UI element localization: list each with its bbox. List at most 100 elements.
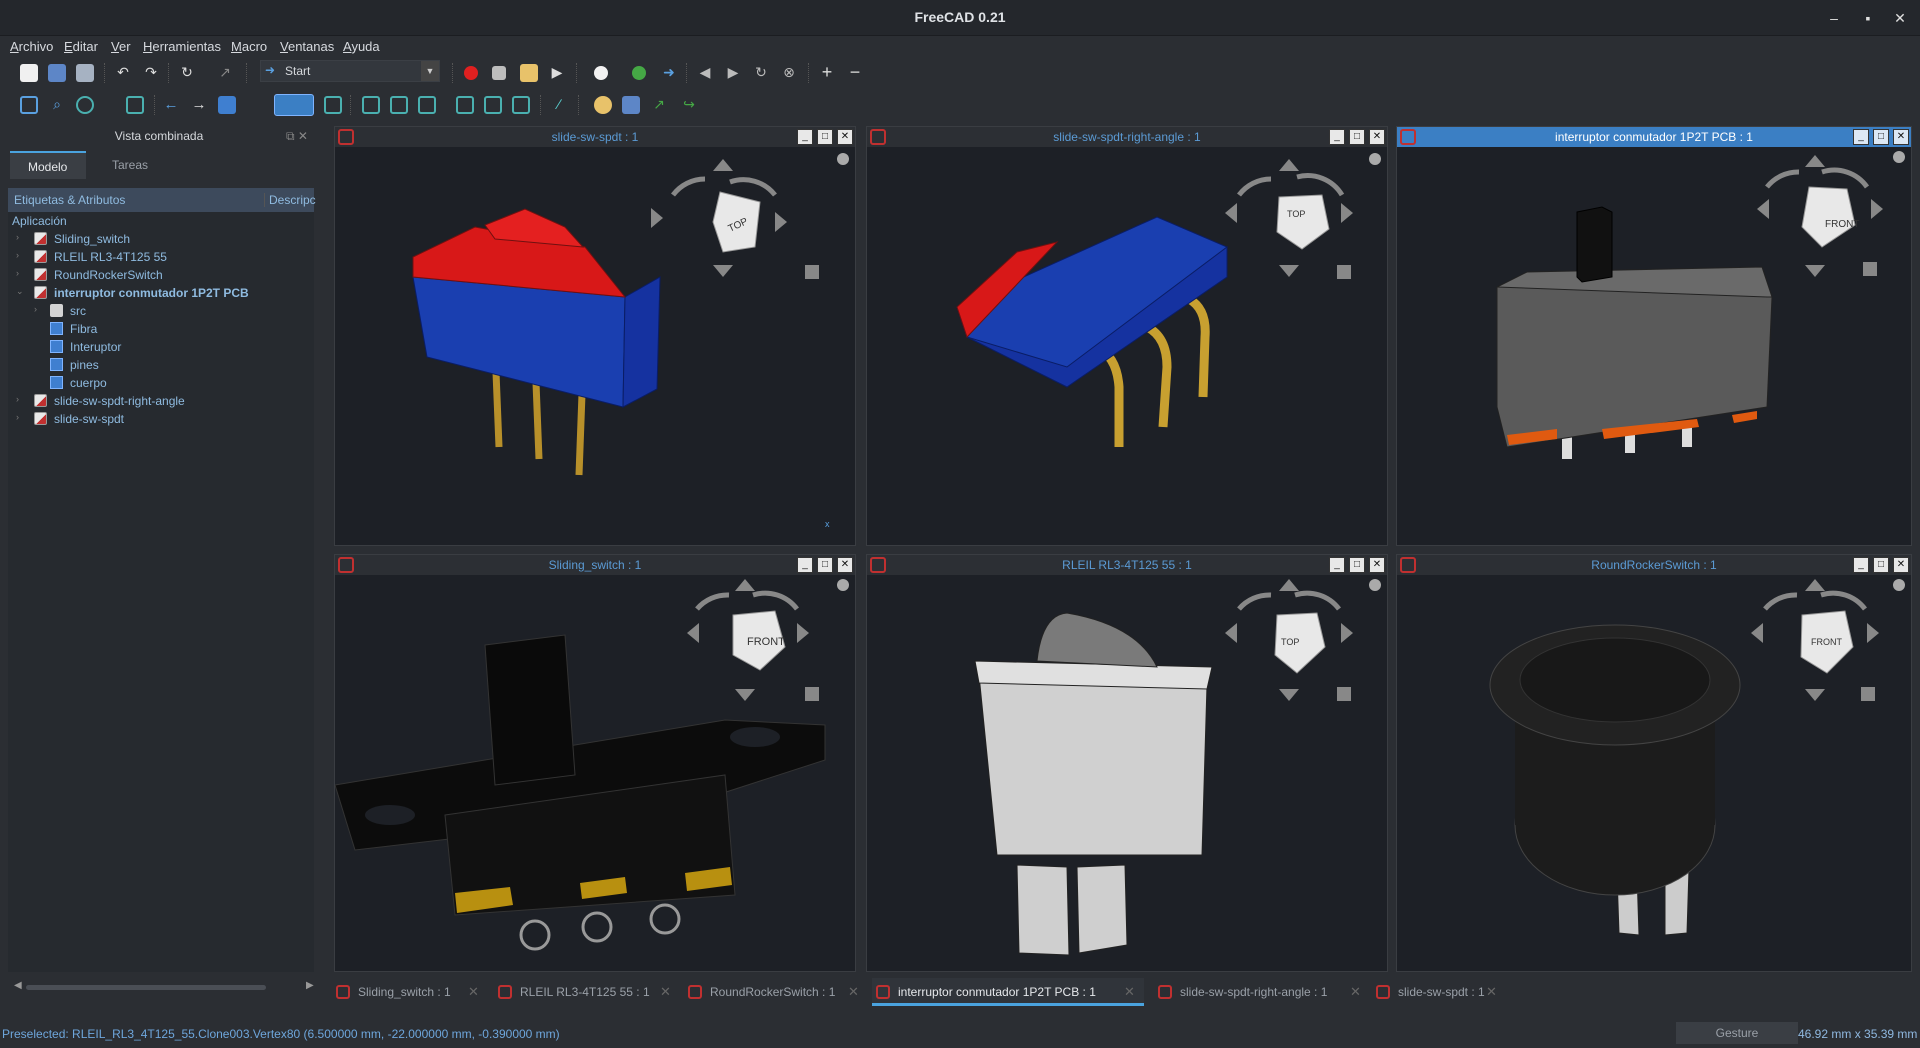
refresh-icon[interactable]: ↻	[178, 64, 196, 82]
step-over-icon[interactable]: ➜	[660, 64, 678, 82]
view-round-rocker-switch[interactable]: RoundRockerSwitch : 1 _ □ ✕ FRONT	[1396, 554, 1912, 972]
tree-item-pines[interactable]: pines	[12, 356, 312, 374]
tree-item-interruptor[interactable]: ⌄ interruptor conmutador 1P2T PCB	[12, 284, 312, 302]
front-view-icon[interactable]	[362, 96, 380, 114]
tab-tareas[interactable]: Tareas	[94, 151, 174, 179]
tree-column-labels[interactable]: Etiquetas & Atributos	[14, 193, 125, 207]
debug-icon[interactable]	[594, 66, 608, 80]
3d-viewport[interactable]: TOP	[867, 575, 1387, 971]
view-slide-sw-spdt[interactable]: slide-sw-spdt : 1 _ □ ✕ TOP x	[334, 126, 856, 546]
menu-herramientas[interactable]: Herramientas	[143, 39, 221, 54]
tree-column-description[interactable]: Descripc	[264, 193, 316, 207]
undo-icon[interactable]: ↶	[114, 64, 132, 82]
3d-viewport[interactable]: FRONT	[1397, 575, 1911, 971]
workbench-selector[interactable]: ➜ Start ▼	[260, 60, 440, 82]
expand-icon[interactable]: ›	[16, 268, 19, 278]
view-maximize-icon[interactable]: □	[817, 129, 833, 145]
view-close-icon[interactable]: ✕	[1369, 557, 1385, 573]
scroll-right-icon[interactable]: ▶	[306, 980, 314, 991]
navigation-cube[interactable]: FRONT	[687, 579, 849, 701]
doc-tab-sliding-switch[interactable]: Sliding_switch : 1 ✕	[332, 978, 494, 1006]
view-slide-sw-spdt-right-angle[interactable]: slide-sw-spdt-right-angle : 1 _ □ ✕ TOP	[866, 126, 1388, 546]
menu-editar[interactable]: Editar	[64, 39, 98, 54]
stop-macro-icon[interactable]	[492, 66, 506, 80]
menu-archivo[interactable]: Archivo	[10, 39, 53, 54]
doc-tab-rleil[interactable]: RLEIL RL3-4T125 55 : 1 ✕	[494, 978, 684, 1006]
fit-all-icon[interactable]	[20, 96, 38, 114]
open-file-icon[interactable]	[48, 64, 66, 82]
link-actions-icon[interactable]: ↪	[680, 96, 698, 114]
navigation-cube[interactable]: TOP	[651, 153, 849, 279]
view-close-icon[interactable]: ✕	[837, 557, 853, 573]
3d-viewport[interactable]: FRONT	[1397, 147, 1911, 545]
close-tab-icon[interactable]: ✕	[660, 984, 671, 1000]
maximize-icon[interactable]: ▪	[1858, 8, 1878, 28]
view-sliding-switch[interactable]: Sliding_switch : 1 _ □ ✕ FRONT	[334, 554, 856, 972]
navigation-cube[interactable]: TOP	[1225, 153, 1381, 279]
scrollbar-thumb[interactable]	[26, 985, 266, 990]
left-view-icon[interactable]	[512, 96, 530, 114]
tree-horizontal-scrollbar[interactable]: ◀ ▶	[14, 980, 314, 992]
view-close-icon[interactable]: ✕	[1893, 557, 1909, 573]
chevron-down-icon[interactable]: ▼	[421, 61, 439, 81]
close-tab-icon[interactable]: ✕	[848, 984, 859, 1000]
view-minimize-icon[interactable]: _	[1853, 557, 1869, 573]
tree-item-cuerpo[interactable]: cuerpo	[12, 374, 312, 392]
menu-ayuda[interactable]: Ayuda	[343, 39, 380, 54]
part-icon[interactable]	[594, 96, 612, 114]
view-interruptor-conmutador[interactable]: interruptor conmutador 1P2T PCB : 1 _ □ …	[1396, 126, 1912, 546]
close-tab-icon[interactable]: ✕	[1486, 984, 1497, 1000]
expand-icon[interactable]: ›	[16, 412, 19, 422]
fit-selection-icon[interactable]: ⌕	[48, 96, 66, 114]
minimize-icon[interactable]: –	[1824, 8, 1844, 28]
redo-icon[interactable]: ↷	[142, 64, 160, 82]
zoom-in-icon[interactable]: +	[818, 63, 836, 82]
menu-macro[interactable]: Macro	[231, 39, 267, 54]
3d-viewport[interactable]: FRONT	[335, 575, 855, 971]
step-into-icon[interactable]	[632, 66, 646, 80]
close-tab-icon[interactable]: ✕	[1350, 984, 1361, 1000]
view-minimize-icon[interactable]: _	[797, 557, 813, 573]
forward-icon[interactable]: ▶	[724, 64, 742, 82]
tree-item-round-rocker[interactable]: › RoundRockerSwitch	[12, 266, 312, 284]
view-close-icon[interactable]: ✕	[1369, 129, 1385, 145]
std-views-dropdown[interactable]	[274, 94, 314, 116]
close-icon[interactable]: ✕	[1890, 8, 1910, 28]
view-minimize-icon[interactable]: _	[1853, 129, 1869, 145]
expand-icon[interactable]: ›	[34, 304, 37, 314]
isometric-icon[interactable]	[324, 96, 342, 114]
execute-macro-icon[interactable]: ▶	[548, 64, 566, 82]
menu-ver[interactable]: Ver	[111, 39, 131, 54]
navigation-cube[interactable]: FRONT	[1751, 579, 1905, 701]
doc-tab-round-rocker[interactable]: RoundRockerSwitch : 1 ✕	[684, 978, 872, 1006]
group-icon[interactable]	[622, 96, 640, 114]
stop-icon[interactable]: ⊗	[780, 64, 798, 82]
rear-view-icon[interactable]	[456, 96, 474, 114]
view-minimize-icon[interactable]: _	[1329, 129, 1345, 145]
navigation-cube[interactable]: FRONT	[1757, 151, 1905, 277]
tab-modelo[interactable]: Modelo	[10, 151, 86, 179]
panel-float-close-icons[interactable]: ⧉ ✕	[286, 126, 308, 146]
view-maximize-icon[interactable]: □	[1873, 129, 1889, 145]
draw-style-icon[interactable]	[76, 96, 94, 114]
expand-icon[interactable]: ›	[16, 394, 19, 404]
reload-icon[interactable]: ↻	[752, 64, 770, 82]
back-icon[interactable]: ◀	[696, 64, 714, 82]
view-maximize-icon[interactable]: □	[1349, 129, 1365, 145]
view-rleil[interactable]: RLEIL RL3-4T125 55 : 1 _ □ ✕ TOP	[866, 554, 1388, 972]
tree-item-slide-sw-spdt-right-angle[interactable]: › slide-sw-spdt-right-angle	[12, 392, 312, 410]
doc-tab-slide-sw-spdt[interactable]: slide-sw-spdt : 1 ✕	[1372, 978, 1502, 1006]
view-close-icon[interactable]: ✕	[837, 129, 853, 145]
navigation-style-button[interactable]: Gesture	[1676, 1022, 1798, 1044]
whats-this-icon[interactable]: ↗	[216, 64, 234, 82]
zoom-out-icon[interactable]: −	[846, 63, 864, 82]
top-view-icon[interactable]	[390, 96, 408, 114]
macros-icon[interactable]	[520, 64, 538, 82]
tree-item-fibra[interactable]: Fibra	[12, 320, 312, 338]
close-tab-icon[interactable]: ✕	[468, 984, 479, 1000]
view-maximize-icon[interactable]: □	[1349, 557, 1365, 573]
close-tab-icon[interactable]: ✕	[1124, 984, 1135, 1000]
navigation-cube[interactable]: TOP	[1225, 579, 1381, 701]
expand-icon[interactable]: ›	[16, 250, 19, 260]
make-link-icon[interactable]: ↗	[650, 96, 668, 114]
